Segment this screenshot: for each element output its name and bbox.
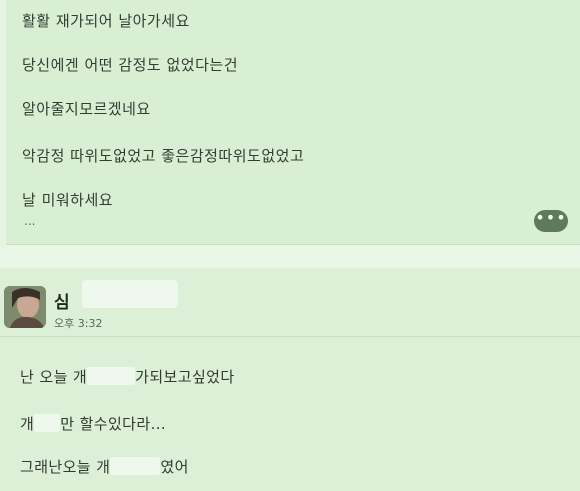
redacted-text bbox=[87, 367, 136, 385]
comment-card: 심 오후 3:32 난 오늘 개 가되보고싶었다 개 만 할수있다라... 그래난오… bbox=[0, 268, 580, 491]
redacted-text bbox=[34, 414, 61, 432]
name-redaction bbox=[82, 280, 178, 308]
redacted-text bbox=[110, 457, 161, 475]
comment-line-3: 그래난오늘 개 였어 bbox=[20, 456, 189, 477]
post-time: 오후 3:32 bbox=[54, 317, 103, 330]
post-line-4: 악감정 따위도없었고 좋은감정따위도없었고 bbox=[22, 147, 305, 165]
comment-line-3-start: 그래난오늘 개 bbox=[20, 458, 111, 476]
post-line-3: 알아줄지모르겠네요 bbox=[22, 100, 151, 118]
author-name[interactable]: 심 bbox=[54, 288, 70, 313]
more-button[interactable]: ••• bbox=[534, 210, 568, 232]
post-line-2: 당신에겐 어떤 감정도 없었다는건 bbox=[22, 56, 239, 74]
avatar[interactable] bbox=[4, 286, 46, 328]
card-separator bbox=[0, 245, 580, 269]
comment-line-2-end: 만 할수있다라... bbox=[60, 415, 167, 433]
truncation-ellipsis: ... bbox=[24, 214, 36, 228]
author-header: 심 오후 3:32 bbox=[0, 268, 580, 337]
comment-line-1-start: 난 오늘 개 bbox=[20, 368, 88, 386]
comment-line-2: 개 만 할수있다라... bbox=[20, 413, 166, 434]
comment-line-2-start: 개 bbox=[20, 415, 35, 433]
post-line-1: 활활 재가되어 날아가세요 bbox=[22, 12, 190, 30]
post-card: 활활 재가되어 날아가세요 당신에겐 어떤 감정도 없었다는건 알아줄지모르겠네… bbox=[6, 0, 580, 245]
comment-line-1: 난 오늘 개 가되보고싶었다 bbox=[20, 366, 235, 387]
avatar-image bbox=[4, 286, 46, 328]
comment-line-1-end: 가되보고싶었다 bbox=[135, 368, 235, 386]
post-line-5: 날 미워하세요 bbox=[22, 191, 114, 209]
comment-line-3-end: 였어 bbox=[160, 458, 189, 476]
